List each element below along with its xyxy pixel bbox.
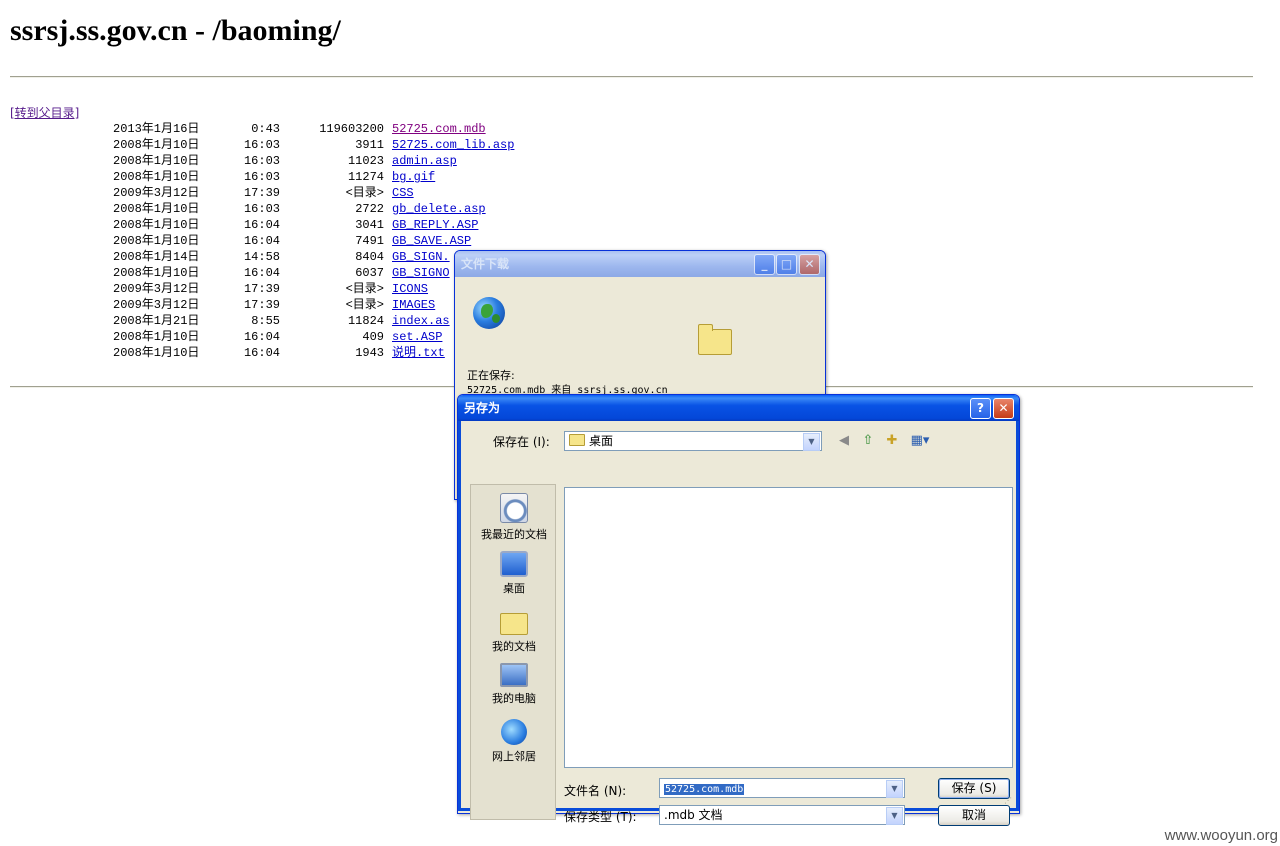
download-dialog-title: 文件下载 (461, 257, 510, 271)
place-recent[interactable]: 我最近的文档 (471, 493, 557, 542)
save-in-label: 保存在 (I): (493, 435, 550, 449)
my-documents-icon (500, 613, 528, 635)
entry-date: 2009年3月12日 (113, 298, 200, 312)
entry-size: <目录> (345, 186, 384, 200)
folder-icon (698, 324, 732, 355)
close-button[interactable]: ✕ (993, 398, 1014, 419)
maximize-button[interactable]: □ (776, 254, 797, 275)
chevron-down-icon[interactable]: ▼ (886, 780, 903, 798)
folder-icon (569, 434, 585, 446)
entry-date: 2008年1月21日 (113, 314, 200, 328)
entry-name-link[interactable]: bg.gif (392, 169, 435, 185)
entry-size: 3041 (355, 218, 384, 232)
entry-name-link[interactable]: admin.asp (392, 153, 457, 169)
entry-date: 2008年1月10日 (113, 218, 200, 232)
filename-label: 文件名 (N): (564, 784, 627, 798)
resize-grip-icon[interactable]: ⋰ (1004, 796, 1014, 806)
entry-size: 409 (362, 330, 384, 344)
filetype-label: 保存类型 (T): (564, 810, 637, 824)
chevron-down-icon[interactable]: ▼ (886, 807, 903, 825)
entry-size: 3911 (355, 138, 384, 152)
entry-date: 2009年3月12日 (113, 282, 200, 296)
entry-name-link[interactable]: 说明.txt (392, 345, 445, 361)
filetype-dropdown[interactable]: .mdb 文档 ▼ (659, 805, 905, 825)
entry-date: 2008年1月10日 (113, 234, 200, 248)
entry-date: 2008年1月10日 (113, 154, 200, 168)
entry-name-link[interactable]: GB_SAVE.ASP (392, 233, 471, 249)
cancel-button[interactable]: 取消 (938, 805, 1010, 826)
page-title: ssrsj.ss.gov.cn - /baoming/ (10, 14, 341, 47)
entry-date: 2013年1月16日 (113, 122, 200, 136)
my-computer-icon (500, 663, 528, 687)
entry-size: 1943 (355, 346, 384, 360)
filetype-value: .mdb 文档 (664, 808, 723, 822)
network-places-icon (501, 719, 527, 745)
view-menu-icon[interactable]: ▦▾ (907, 432, 933, 450)
entry-date: 2008年1月10日 (113, 170, 200, 184)
entry-date: 2008年1月10日 (113, 202, 200, 216)
save-in-dropdown[interactable]: 桌面 ▼ (564, 431, 822, 451)
place-my-computer[interactable]: 我的电脑 (471, 663, 557, 706)
entry-size: 7491 (355, 234, 384, 248)
back-icon[interactable]: ◀ (835, 432, 853, 450)
up-folder-icon[interactable]: ⇧ (859, 432, 877, 450)
desktop-icon (500, 551, 528, 577)
entry-size: <目录> (345, 282, 384, 296)
places-bar: 我最近的文档 桌面 我的文档 我的电脑 网上邻居 (470, 484, 556, 820)
place-network[interactable]: 网上邻居 (471, 719, 557, 764)
close-button[interactable]: ✕ (799, 254, 820, 275)
entry-date: 2008年1月10日 (113, 346, 200, 360)
entry-name-link[interactable]: ICONS (392, 281, 428, 297)
top-divider (10, 76, 1253, 78)
entry-name-link[interactable]: IMAGES (392, 297, 435, 313)
save-as-dialog: 另存为 ? ✕ 保存在 (I): 桌面 ▼ ◀ ⇧ ✚ ▦▾ 我最近的文档 桌面… (457, 394, 1020, 826)
entry-size: 6037 (355, 266, 384, 280)
place-desktop[interactable]: 桌面 (471, 551, 557, 596)
entry-name-link[interactable]: GB_SIGN. (392, 249, 450, 265)
recent-documents-icon (500, 493, 528, 523)
save-as-titlebar[interactable]: 另存为 ? ✕ (458, 395, 1019, 421)
entry-name-link[interactable]: 52725.com.mdb (392, 121, 486, 137)
place-label: 我最近的文档 (481, 528, 547, 541)
entry-name-link[interactable]: set.ASP (392, 329, 442, 345)
minimize-button[interactable]: _ (754, 254, 775, 275)
entry-name-link[interactable]: 52725.com_lib.asp (392, 137, 514, 153)
entry-name-link[interactable]: index.as (392, 313, 450, 329)
entry-size: 119603200 (319, 122, 384, 136)
help-button[interactable]: ? (970, 398, 991, 419)
entry-date: 2008年1月10日 (113, 330, 200, 344)
parent-directory-link[interactable]: [转到父目录] (10, 104, 79, 121)
entry-date: 2008年1月10日 (113, 138, 200, 152)
entry-size: 11274 (347, 170, 384, 184)
entry-size: 11824 (347, 314, 384, 328)
entry-size: 8404 (355, 250, 384, 264)
chevron-down-icon[interactable]: ▼ (803, 433, 820, 451)
new-folder-icon[interactable]: ✚ (883, 432, 901, 450)
watermark: www.wooyun.org (1164, 827, 1278, 844)
place-label: 我的电脑 (492, 692, 536, 705)
save-in-value: 桌面 (589, 434, 614, 448)
save-as-title: 另存为 (464, 401, 501, 415)
filename-value: 52725.com.mdb (664, 784, 745, 795)
entry-size: <目录> (345, 298, 384, 312)
entry-name-link[interactable]: gb_delete.asp (392, 201, 486, 217)
download-dialog-titlebar[interactable]: 文件下载 _ □ ✕ (455, 251, 825, 277)
entry-date: 2009年3月12日 (113, 186, 200, 200)
save-button[interactable]: 保存 (S) (938, 778, 1010, 799)
file-list-area[interactable] (564, 487, 1013, 768)
entry-name-link[interactable]: GB_REPLY.ASP (392, 217, 478, 233)
place-label: 网上邻居 (492, 750, 536, 763)
entry-date: 2008年1月10日 (113, 266, 200, 280)
entry-date: 2008年1月14日 (113, 250, 200, 264)
place-my-documents[interactable]: 我的文档 (471, 607, 557, 654)
filename-input[interactable]: 52725.com.mdb ▼ (659, 778, 905, 798)
globe-icon (473, 297, 505, 329)
place-label: 我的文档 (492, 640, 536, 653)
place-label: 桌面 (503, 582, 525, 595)
entry-name-link[interactable]: CSS (392, 185, 414, 201)
entry-name-link[interactable]: GB_SIGNO (392, 265, 450, 281)
entry-size: 2722 (355, 202, 384, 216)
entry-size: 11023 (347, 154, 384, 168)
